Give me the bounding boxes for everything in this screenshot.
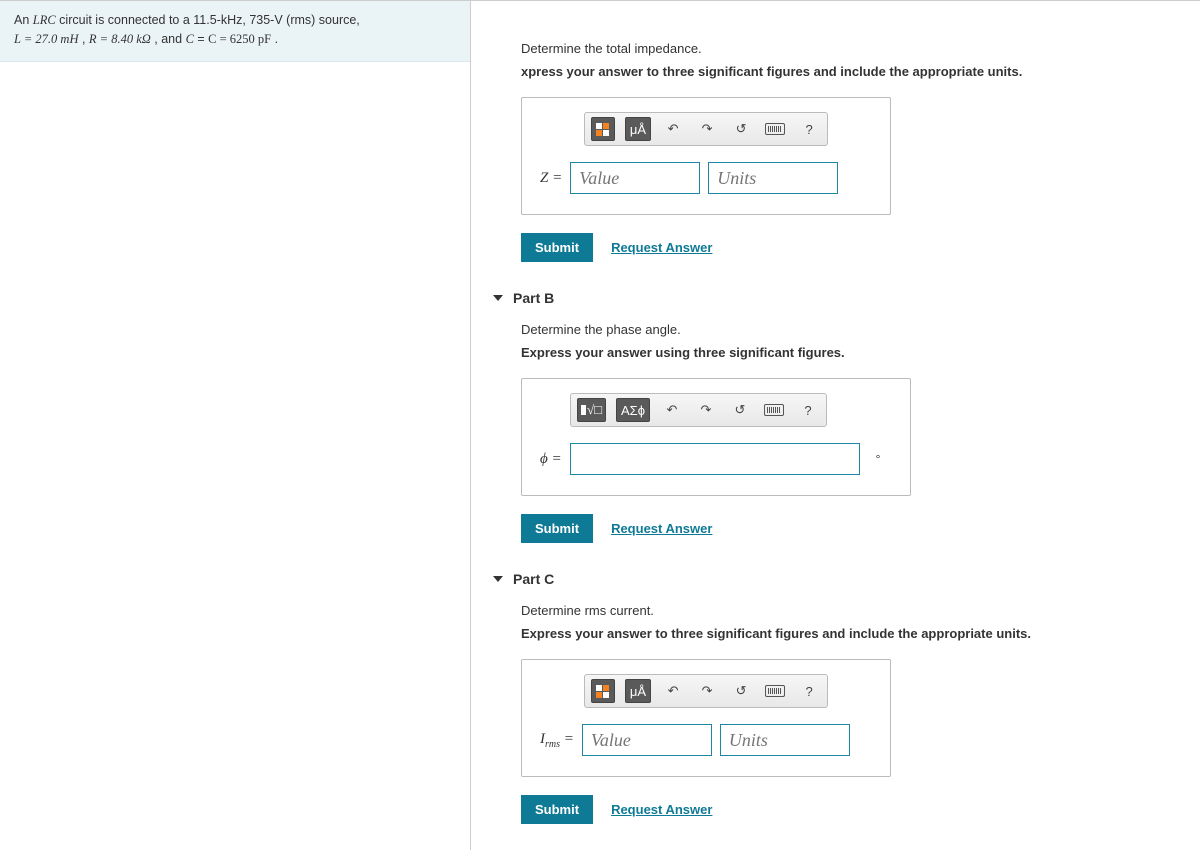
part-c-value-input[interactable] <box>582 724 712 756</box>
part-a-answer-box: μÅ ↶ ↷ ↺ ? Z = <box>521 97 891 215</box>
part-a-units-input[interactable] <box>708 162 838 194</box>
templates-icon[interactable] <box>591 679 615 703</box>
degree-symbol: ° <box>876 452 881 466</box>
part-c-actions: Submit Request Answer <box>521 795 1200 824</box>
part-b-prompt: Determine the phase angle. <box>521 322 1200 337</box>
templates-icon[interactable]: √□ <box>577 398 606 422</box>
part-c-var-label: Irms = <box>540 731 574 750</box>
part-a-hint: xpress your answer to three significant … <box>521 64 1200 79</box>
part-b-actions: Submit Request Answer <box>521 514 1200 543</box>
problem-panel: An LRC circuit is connected to a 11.5-kH… <box>0 0 470 850</box>
part-b-answer-box: √□ ΑΣϕ ↶ ↷ ↺ ? ϕ = ° <box>521 378 911 496</box>
part-b-input-row: ϕ = ° <box>540 443 892 475</box>
units-button[interactable]: μÅ <box>625 117 651 141</box>
undo-icon[interactable]: ↶ <box>660 398 684 422</box>
redo-icon[interactable]: ↷ <box>695 679 719 703</box>
part-c-prompt: Determine rms current. <box>521 603 1200 618</box>
part-a-input-row: Z = <box>540 162 872 194</box>
part-a-content: Determine the total impedance. xpress yo… <box>471 11 1200 272</box>
reset-icon[interactable]: ↺ <box>729 117 753 141</box>
symbols-button[interactable]: ΑΣϕ <box>616 398 650 422</box>
part-b-submit-button[interactable]: Submit <box>521 514 593 543</box>
part-b-hint: Express your answer using three signific… <box>521 345 1200 360</box>
part-a-submit-button[interactable]: Submit <box>521 233 593 262</box>
units-button[interactable]: μÅ <box>625 679 651 703</box>
part-b-header[interactable]: Part B <box>471 272 1200 312</box>
keyboard-icon[interactable] <box>762 398 786 422</box>
keyboard-icon[interactable] <box>763 117 787 141</box>
part-c-units-input[interactable] <box>720 724 850 756</box>
part-b-title: Part B <box>513 290 554 306</box>
redo-icon[interactable]: ↷ <box>694 398 718 422</box>
part-b-value-input[interactable] <box>570 443 860 475</box>
part-a-value-input[interactable] <box>570 162 700 194</box>
part-a-var-label: Z = <box>540 170 562 187</box>
part-c-request-answer-link[interactable]: Request Answer <box>611 802 712 817</box>
part-a-request-answer-link[interactable]: Request Answer <box>611 240 712 255</box>
part-c-answer-box: μÅ ↶ ↷ ↺ ? Irms = <box>521 659 891 777</box>
reset-icon[interactable]: ↺ <box>728 398 752 422</box>
reset-icon[interactable]: ↺ <box>729 679 753 703</box>
part-c-content: Determine rms current. Express your answ… <box>471 593 1200 834</box>
problem-statement: An LRC circuit is connected to a 11.5-kH… <box>0 1 470 62</box>
undo-icon[interactable]: ↶ <box>661 679 685 703</box>
redo-icon[interactable]: ↷ <box>695 117 719 141</box>
chevron-down-icon <box>493 295 503 301</box>
problem-text: An LRC circuit is connected to a 11.5-kH… <box>14 13 360 46</box>
keyboard-icon[interactable] <box>763 679 787 703</box>
part-b-var-label: ϕ = <box>540 451 562 468</box>
part-c-hint: Express your answer to three significant… <box>521 626 1200 641</box>
answers-panel: Determine the total impedance. xpress yo… <box>470 0 1200 850</box>
part-c-submit-button[interactable]: Submit <box>521 795 593 824</box>
undo-icon[interactable]: ↶ <box>661 117 685 141</box>
part-b-content: Determine the phase angle. Express your … <box>471 312 1200 553</box>
part-a-actions: Submit Request Answer <box>521 233 1200 262</box>
part-b-toolbar: √□ ΑΣϕ ↶ ↷ ↺ ? <box>570 393 827 427</box>
part-a-prompt: Determine the total impedance. <box>521 41 1200 56</box>
templates-icon[interactable] <box>591 117 615 141</box>
chevron-down-icon <box>493 576 503 582</box>
part-b-request-answer-link[interactable]: Request Answer <box>611 521 712 536</box>
part-c-input-row: Irms = <box>540 724 872 756</box>
help-icon[interactable]: ? <box>796 398 820 422</box>
part-a-toolbar: μÅ ↶ ↷ ↺ ? <box>584 112 828 146</box>
part-c-header[interactable]: Part C <box>471 553 1200 593</box>
help-icon[interactable]: ? <box>797 117 821 141</box>
part-c-title: Part C <box>513 571 554 587</box>
part-c-toolbar: μÅ ↶ ↷ ↺ ? <box>584 674 828 708</box>
help-icon[interactable]: ? <box>797 679 821 703</box>
